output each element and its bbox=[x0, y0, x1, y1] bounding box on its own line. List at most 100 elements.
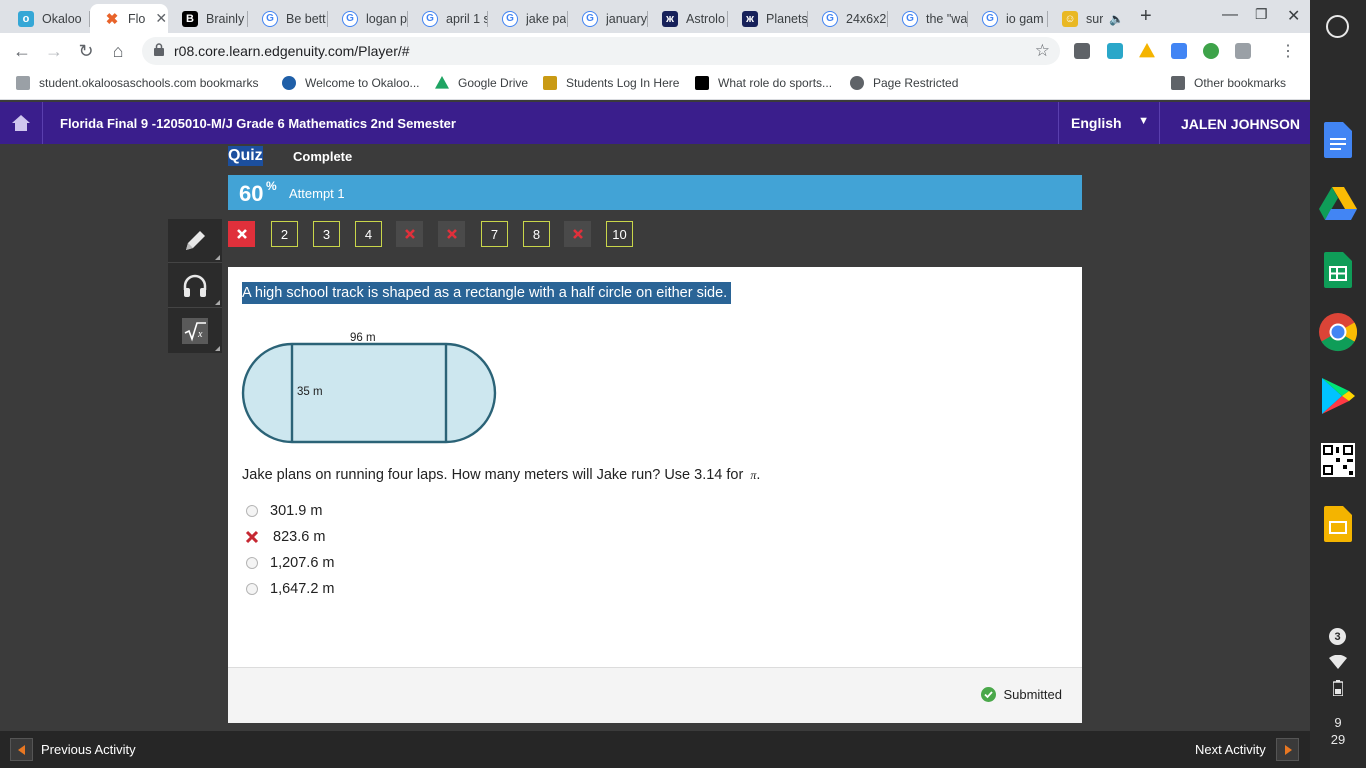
question-nav-7[interactable]: 7 bbox=[481, 221, 508, 247]
browser-tab[interactable]: o Okaloo bbox=[4, 4, 90, 33]
menu-kebab-icon[interactable]: ⋮ bbox=[1276, 39, 1300, 63]
okaloosa-icon bbox=[282, 76, 296, 90]
x-mark-icon bbox=[236, 229, 247, 239]
close-window-icon[interactable]: ✕ bbox=[1287, 6, 1300, 26]
pencil-tool[interactable] bbox=[168, 219, 222, 263]
question-nav-5-wrong[interactable] bbox=[396, 221, 423, 247]
other-bookmarks[interactable]: Other bookmarks bbox=[1171, 76, 1286, 90]
calculator-tool[interactable]: x bbox=[168, 309, 222, 353]
radio-button[interactable] bbox=[246, 583, 258, 595]
attempt-label: Attempt 1 bbox=[289, 186, 345, 201]
close-tab-icon[interactable]: ✕ bbox=[155, 10, 167, 27]
address-bar[interactable]: r08.core.learn.edgenuity.com/Player/# ☆ bbox=[142, 37, 1060, 65]
browser-tab[interactable]: ж Astrolo bbox=[648, 4, 728, 33]
browser-tab[interactable]: G jake pa bbox=[488, 4, 568, 33]
launcher-button[interactable] bbox=[1326, 15, 1349, 38]
google-drive-icon[interactable] bbox=[1139, 43, 1155, 58]
google-sheets-app[interactable] bbox=[1318, 250, 1358, 290]
browser-tab[interactable]: ☺ sur 🔈 bbox=[1048, 4, 1130, 33]
play-store-app[interactable] bbox=[1318, 376, 1358, 416]
notification-count-badge[interactable]: 3 bbox=[1329, 628, 1346, 645]
browser-tab[interactable]: G io gam bbox=[968, 4, 1048, 33]
browser-tab-strip: o Okaloo ✖ Flo ✕ B Brainly G Be bett G l… bbox=[0, 0, 1310, 33]
track-figure: 96 m 35 m bbox=[241, 332, 497, 444]
browser-tab-active[interactable]: ✖ Flo ✕ bbox=[90, 4, 168, 33]
minimize-icon[interactable]: — bbox=[1222, 6, 1238, 24]
radio-button[interactable] bbox=[246, 557, 258, 569]
browser-tab[interactable]: G Be bett bbox=[248, 4, 328, 33]
next-activity-button[interactable] bbox=[1276, 738, 1299, 761]
classlink-icon bbox=[543, 76, 557, 90]
bookmark-item[interactable]: student.okaloosaschools.com bookmarks bbox=[16, 76, 258, 90]
wifi-icon[interactable] bbox=[1329, 655, 1347, 669]
home-icon[interactable]: ⌂ bbox=[106, 39, 130, 63]
home-button[interactable] bbox=[0, 102, 43, 144]
question-nav-3[interactable]: 3 bbox=[313, 221, 340, 247]
system-clock[interactable]: 9 29 bbox=[1310, 714, 1366, 748]
previous-activity-label[interactable]: Previous Activity bbox=[41, 742, 136, 757]
question-nav-4[interactable]: 4 bbox=[355, 221, 382, 247]
language-select[interactable]: English ▼ bbox=[1058, 102, 1160, 144]
incorrect-x-icon bbox=[245, 530, 259, 544]
user-name[interactable]: JALEN JOHNSON bbox=[1181, 116, 1300, 132]
question-nav-8[interactable]: 8 bbox=[523, 221, 550, 247]
choice-label: 1,207.6 m bbox=[270, 555, 335, 571]
browser-tab[interactable]: G january bbox=[568, 4, 648, 33]
brainly-icon: B bbox=[182, 10, 198, 27]
new-tab-button[interactable]: + bbox=[1140, 5, 1152, 28]
extension-icon[interactable] bbox=[1235, 43, 1251, 59]
browser-tab[interactable]: G 24x6x2 bbox=[808, 4, 888, 33]
question-nav-9-wrong[interactable] bbox=[564, 221, 591, 247]
language-label: English bbox=[1071, 115, 1122, 131]
bookmark-item[interactable]: Page Restricted bbox=[850, 76, 958, 90]
extension-icon[interactable] bbox=[1107, 43, 1123, 59]
course-header: Florida Final 9 -1205010-M/J Grade 6 Mat… bbox=[0, 102, 1310, 144]
next-activity-label[interactable]: Next Activity bbox=[1195, 742, 1266, 757]
reload-icon[interactable]: ↻ bbox=[74, 39, 98, 63]
chrome-app[interactable] bbox=[1318, 312, 1358, 352]
browser-tab[interactable]: G logan p bbox=[328, 4, 408, 33]
google-slides-app[interactable] bbox=[1318, 504, 1358, 544]
restore-icon[interactable]: ❐ bbox=[1255, 6, 1268, 23]
question-nav-1-wrong[interactable] bbox=[228, 221, 255, 247]
google-slides-icon bbox=[1324, 506, 1352, 542]
globe-icon bbox=[850, 76, 864, 90]
previous-activity-button[interactable] bbox=[10, 738, 33, 761]
question-nav-10[interactable]: 10 bbox=[606, 221, 633, 247]
qr-code-app[interactable] bbox=[1318, 440, 1358, 480]
google-docs-app[interactable] bbox=[1318, 120, 1358, 160]
browser-tab[interactable]: G april 1 s bbox=[408, 4, 488, 33]
audio-tool[interactable] bbox=[168, 264, 222, 308]
bookmark-item[interactable]: Google Drive bbox=[435, 76, 528, 90]
power-extension-icon[interactable] bbox=[1203, 43, 1219, 59]
question-prompt: A high school track is shaped as a recta… bbox=[242, 282, 732, 304]
home-icon bbox=[12, 115, 30, 131]
question-footer: Submitted bbox=[228, 667, 1082, 723]
google-drive-app[interactable] bbox=[1318, 184, 1358, 224]
bookmark-item[interactable]: Students Log In Here bbox=[543, 76, 679, 90]
square-root-icon: x bbox=[182, 318, 208, 344]
browser-tab[interactable]: B Brainly bbox=[168, 4, 248, 33]
tab-complete[interactable]: Complete bbox=[293, 149, 352, 164]
bookmark-item[interactable]: What role do sports... bbox=[695, 76, 832, 90]
lock-icon bbox=[154, 43, 164, 56]
score-bar: 60 % Attempt 1 bbox=[228, 175, 1082, 210]
question-nav-2[interactable]: 2 bbox=[271, 221, 298, 247]
radio-button[interactable] bbox=[246, 505, 258, 517]
tab-quiz[interactable]: Quiz bbox=[228, 146, 263, 166]
browser-tab[interactable]: ж Planets bbox=[728, 4, 808, 33]
back-icon[interactable]: ← bbox=[10, 39, 34, 63]
extension-icon[interactable] bbox=[1074, 43, 1090, 59]
bookmark-item[interactable]: Welcome to Okaloo... bbox=[282, 76, 420, 90]
question-nav-6-wrong[interactable] bbox=[438, 221, 465, 247]
answer-choice-4[interactable]: 1,647.2 m bbox=[246, 581, 335, 597]
battery-icon[interactable] bbox=[1333, 680, 1343, 696]
browser-tab[interactable]: G the "wa bbox=[888, 4, 968, 33]
answer-choice-1[interactable]: 301.9 m bbox=[246, 503, 322, 519]
translate-icon[interactable] bbox=[1171, 43, 1187, 59]
forward-icon[interactable]: → bbox=[42, 39, 66, 63]
answer-choice-3[interactable]: 1,207.6 m bbox=[246, 555, 335, 571]
bookmark-star-icon[interactable]: ☆ bbox=[1035, 41, 1050, 61]
answer-choice-2[interactable]: 823.6 m bbox=[245, 529, 325, 545]
google-icon: G bbox=[342, 10, 358, 27]
